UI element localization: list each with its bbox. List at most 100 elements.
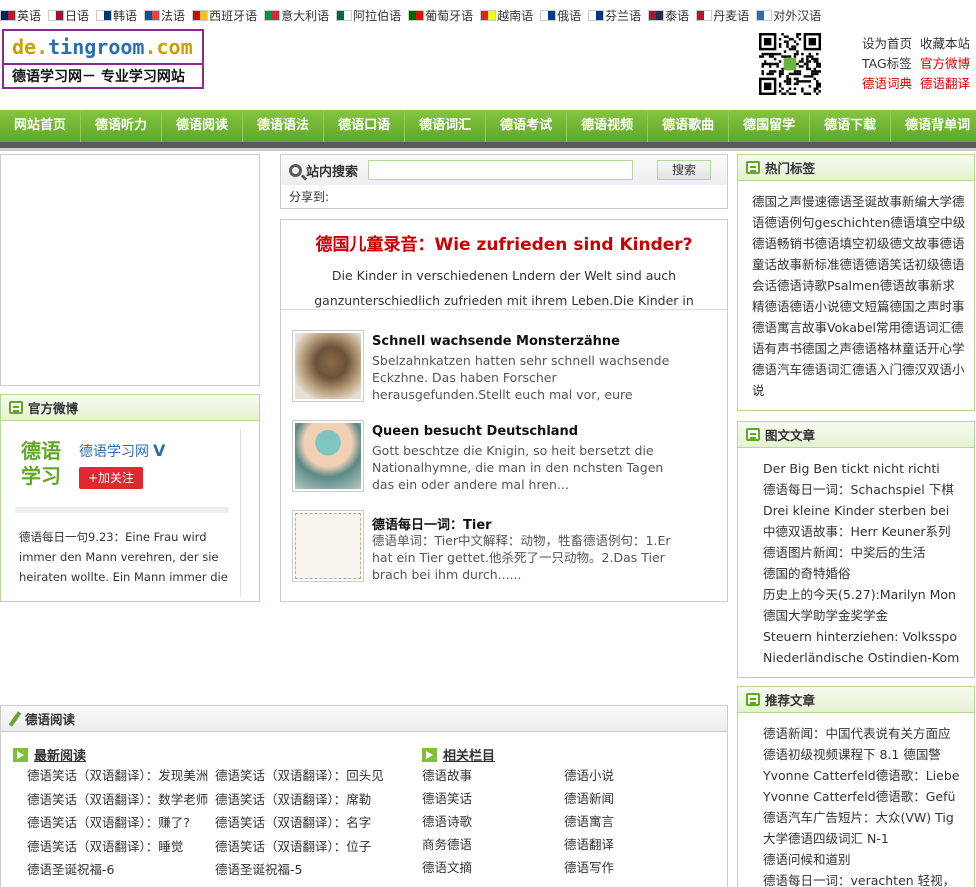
picture-article-link[interactable]: Drei kleine Kinder sterben bei: [763, 500, 974, 521]
tag-link[interactable]: 德国之声: [802, 341, 852, 356]
article-thumbnail[interactable]: [292, 510, 364, 582]
latest-reading-link[interactable]: 德语笑话（双语翻译）：回头见: [215, 764, 403, 788]
language-link-5[interactable]: 意大利语: [264, 7, 329, 24]
article-item[interactable]: Schnell wachsende Monsterzähne Sbelzahnk…: [292, 330, 717, 405]
language-link-3[interactable]: 法语: [144, 7, 185, 24]
tag-link[interactable]: 德文短篇: [840, 299, 890, 314]
picture-article-link[interactable]: Der Big Ben tickt nicht richti: [763, 458, 974, 479]
related-column-link[interactable]: 德语小说: [564, 764, 706, 787]
tag-link[interactable]: 德语格林童话: [852, 341, 927, 356]
recommended-article-link[interactable]: 德语每日一词：verachten 轻视，: [763, 870, 974, 887]
official-weibo-link[interactable]: 官方微博: [920, 54, 970, 74]
language-link-0[interactable]: 英语: [0, 7, 41, 24]
latest-reading-link[interactable]: 德语笑话（双语翻译）：数学老师: [27, 788, 215, 812]
language-link-10[interactable]: 芬兰语: [588, 7, 641, 24]
picture-article-link[interactable]: 德国大学助学金奖学金: [763, 605, 974, 626]
recommended-article-link[interactable]: Yvonne Catterfeld德语歌：Gefü: [763, 786, 974, 807]
tag-link[interactable]: 德国之声时事: [890, 299, 965, 314]
picture-article-link[interactable]: 德语图片新闻：中奖后的生活: [763, 542, 974, 563]
weibo-account-name[interactable]: 德语学习网 V: [79, 441, 165, 461]
nav-item-1[interactable]: 德语听力: [81, 110, 163, 142]
tag-link[interactable]: 德语寓言故事: [752, 320, 827, 335]
tag-link[interactable]: Psalmen: [827, 278, 880, 293]
recommended-article-link[interactable]: 大学德语四级词汇 N-1: [763, 828, 974, 849]
language-link-11[interactable]: 泰语: [648, 7, 689, 24]
featured-headline[interactable]: 德国儿童录音：Wie zufrieden sind Kinder?: [281, 230, 727, 255]
tag-link[interactable]: 德国之声慢速: [752, 194, 827, 209]
tag-link[interactable]: 德文故事: [890, 236, 940, 251]
article-thumbnail[interactable]: [292, 330, 364, 402]
tag-link[interactable]: 德语填空: [890, 215, 940, 230]
tag-link[interactable]: 德语故事: [880, 278, 930, 293]
picture-article-link[interactable]: 中德双语故事：Herr Keuner系列: [763, 521, 974, 542]
language-link-1[interactable]: 日语: [48, 7, 89, 24]
related-column-link[interactable]: 德语写作: [564, 856, 706, 879]
article-item[interactable]: Queen besucht Deutschland Gott beschtze …: [292, 420, 717, 495]
set-homepage-link[interactable]: 设为首页: [862, 34, 912, 54]
nav-item-3[interactable]: 德语语法: [243, 110, 325, 142]
nav-item-11[interactable]: 德语背单词: [891, 110, 976, 142]
recommended-article-link[interactable]: 德语初级视频课程下 8.1 德国警: [763, 744, 974, 765]
picture-article-link[interactable]: Steuern hinterziehen: Volksspo: [763, 626, 974, 647]
nav-item-10[interactable]: 德语下载: [810, 110, 892, 142]
tag-link[interactable]: 德语小说: [790, 299, 840, 314]
latest-reading-link[interactable]: 德语笑话（双语翻译）：睡觉: [27, 835, 215, 859]
tag-link[interactable]: Vokabel: [827, 320, 876, 335]
tag-link[interactable]: 德语笑话: [865, 257, 915, 272]
article-item[interactable]: 德语每日一词：Tier 德语单词：Tier中文解释：动物，牲畜德语例句：1.Er…: [292, 510, 717, 585]
tag-link[interactable]: TAG标签: [862, 54, 912, 74]
tag-link[interactable]: 德语例句: [765, 215, 815, 230]
tag-link[interactable]: 中级: [940, 215, 965, 230]
language-link-4[interactable]: 西班牙语: [192, 7, 257, 24]
tag-link[interactable]: 德语畅销书: [752, 236, 815, 251]
nav-item-4[interactable]: 德语口语: [324, 110, 406, 142]
related-column-link[interactable]: 德语笑话: [422, 787, 564, 810]
latest-reading-link[interactable]: 德语笑话（双语翻译）：位子: [215, 835, 403, 859]
related-column-link[interactable]: 德语翻译: [564, 833, 706, 856]
nav-item-5[interactable]: 德语词汇: [405, 110, 487, 142]
translation-link[interactable]: 德语翻译: [920, 74, 970, 94]
related-column-link[interactable]: 德语文摘: [422, 856, 564, 879]
tag-link[interactable]: 德语圣诞故事: [827, 194, 902, 209]
latest-reading-link[interactable]: 德语笑话（双语翻译）：发现美洲: [27, 764, 215, 788]
article-thumbnail[interactable]: [292, 420, 364, 492]
tag-link[interactable]: 德语填空初级: [815, 236, 890, 251]
nav-item-0[interactable]: 网站首页: [0, 110, 82, 142]
search-input[interactable]: [368, 160, 634, 180]
dictionary-link[interactable]: 德语词典: [862, 74, 912, 94]
related-column-link[interactable]: 商务德语: [422, 833, 564, 856]
tag-link[interactable]: 新标准德语: [802, 257, 865, 272]
recommended-article-link[interactable]: 德语汽车广告短片：大众(VW) Tig: [763, 807, 974, 828]
picture-article-link[interactable]: 德国的奇特婚俗: [763, 563, 974, 584]
tag-link[interactable]: 德语诗歌: [777, 278, 827, 293]
related-columns-heading[interactable]: 相关栏目: [422, 745, 495, 764]
tag-link[interactable]: geschichten: [815, 215, 891, 230]
nav-item-9[interactable]: 德国留学: [729, 110, 811, 142]
nav-item-7[interactable]: 德语视频: [567, 110, 649, 142]
latest-reading-heading[interactable]: 最新阅读: [13, 745, 86, 764]
article-title[interactable]: Queen besucht Deutschland: [372, 424, 578, 439]
language-link-6[interactable]: 阿拉伯语: [336, 7, 401, 24]
recommended-article-link[interactable]: Yvonne Catterfeld德语歌：Liebe: [763, 765, 974, 786]
related-column-link[interactable]: 德语故事: [422, 764, 564, 787]
language-link-8[interactable]: 越南语: [480, 7, 533, 24]
search-button[interactable]: 搜索: [657, 160, 712, 180]
bookmark-link[interactable]: 收藏本站: [920, 34, 970, 54]
tag-link[interactable]: 德语入门: [852, 362, 902, 377]
site-logo[interactable]: de. tingroom .com 德语学习网－ 专业学习网站: [2, 29, 204, 89]
tag-link[interactable]: 新编大学: [902, 194, 952, 209]
picture-article-link[interactable]: 历史上的今天(5.27):Marilyn Mon: [763, 584, 974, 605]
picture-article-link[interactable]: Niederländische Ostindien-Kom: [763, 647, 974, 668]
tag-link[interactable]: 常用德语词汇: [876, 320, 951, 335]
weibo-avatar[interactable]: 德语学习: [21, 439, 71, 489]
related-column-link[interactable]: 德语新闻: [564, 787, 706, 810]
latest-reading-link[interactable]: 德语笑话（双语翻译）：赚了?: [27, 811, 215, 835]
follow-button[interactable]: +加关注: [79, 467, 143, 489]
language-link-9[interactable]: 俄语: [540, 7, 581, 24]
nav-item-8[interactable]: 德语歌曲: [648, 110, 730, 142]
related-column-link[interactable]: 德语寓言: [564, 810, 706, 833]
latest-reading-link[interactable]: 德语笑话（双语翻译）：席勒: [215, 788, 403, 812]
language-link-12[interactable]: 丹麦语: [696, 7, 749, 24]
recommended-article-link[interactable]: 德语新闻：中国代表说有关方面应: [763, 723, 974, 744]
latest-reading-link[interactable]: 德语圣诞祝福-5: [215, 858, 403, 882]
